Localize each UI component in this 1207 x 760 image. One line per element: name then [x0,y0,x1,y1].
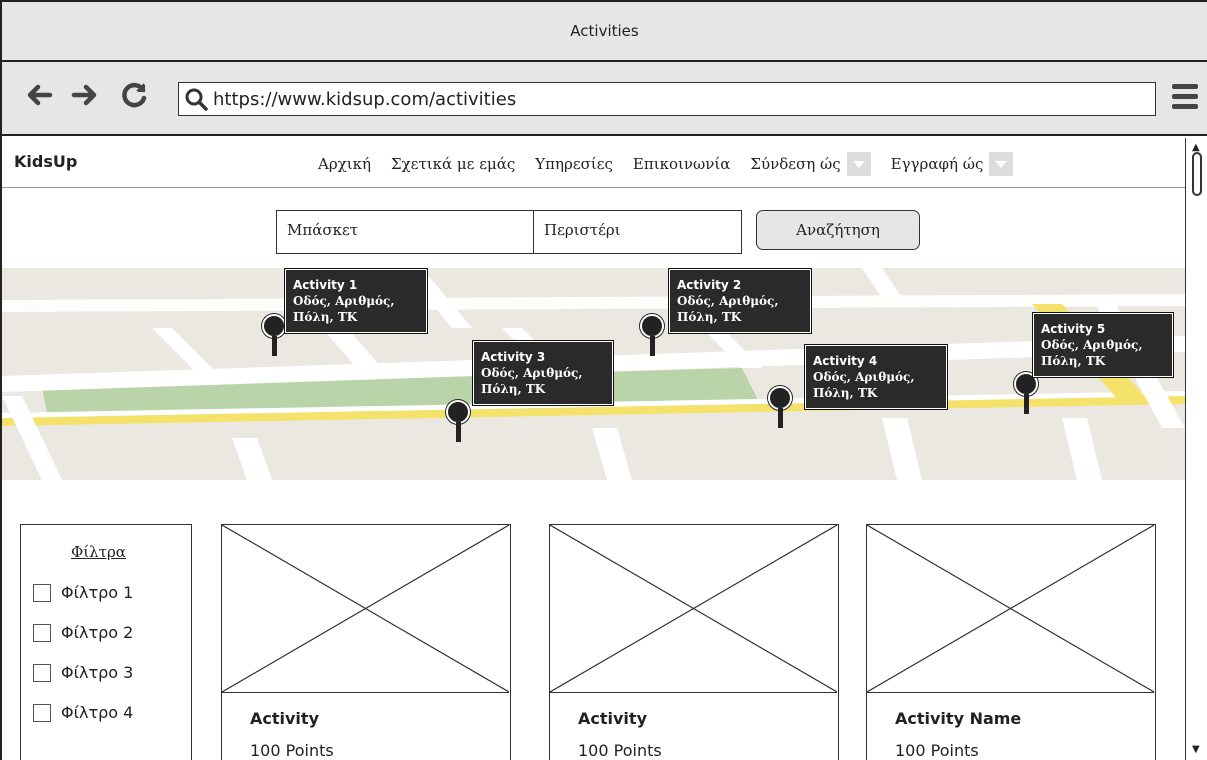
marker-address: Οδός, Αριθμός, [481,366,583,380]
marker-city: Πόλη, ΤΚ [677,310,742,324]
nav-link-services[interactable]: Υπηρεσίες [535,155,613,173]
filter-label: Φίλτρο 3 [61,663,134,682]
browser-toolbar: https://www.kidsup.com/activities [2,62,1207,136]
scrollbar-thumb[interactable] [1192,152,1202,196]
activity-name: Activity [250,709,319,728]
marker-city: Πόλη, ΤΚ [293,310,358,324]
map-marker-callout[interactable]: Activity 4 Οδός, Αριθμός, Πόλη, ΤΚ [804,344,948,410]
location-search-input[interactable]: Περιστέρι [534,210,742,254]
window-title: Activities [570,22,639,40]
checkbox[interactable] [33,703,51,722]
page-content: KidsUp Αρχική Σχετικά με εμάς Υπηρεσίες … [2,138,1185,760]
activity-name: Activity Name [895,709,1022,728]
login-label: Σύνδεση ώς [750,155,841,173]
marker-address: Οδός, Αριθμός, [677,294,779,308]
register-dropdown[interactable]: Εγγραφή ώς [891,152,1014,176]
map-pin-icon[interactable] [446,400,470,442]
vertical-scrollbar[interactable]: ▲ ▼ [1185,138,1207,760]
checkbox[interactable] [33,623,51,642]
image-placeholder-icon [867,525,1154,693]
nav-links: Αρχική Σχετικά με εμάς Υπηρεσίες Επικοιν… [318,152,1014,176]
scroll-down-arrow-icon[interactable]: ▼ [1192,744,1200,755]
activities-map[interactable]: Activity 1 Οδός, Αριθμός, Πόλη, ΤΚ Activ… [2,268,1185,480]
marker-title: Activity 3 [481,350,546,364]
search-form: Μπάσκετ Περιστέρι Αναζήτηση [276,210,920,254]
chevron-down-icon[interactable] [846,152,871,176]
search-icon [179,87,213,111]
filter-option[interactable]: Φίλτρο 1 [33,583,133,602]
activity-card[interactable]: Activity Name 100 Points [866,524,1156,760]
activity-name: Activity [578,709,647,728]
map-pin-icon[interactable] [1014,372,1038,414]
map-pin-icon[interactable] [262,314,286,356]
filter-option[interactable]: Φίλτρο 4 [33,703,133,722]
filter-label: Φίλτρο 2 [61,623,134,642]
activity-card[interactable]: Activity 100 Points [221,524,511,760]
marker-title: Activity 5 [1041,322,1106,336]
map-marker-callout[interactable]: Activity 3 Οδός, Αριθμός, Πόλη, ΤΚ [472,340,614,406]
address-bar[interactable]: https://www.kidsup.com/activities [178,82,1156,116]
checkbox[interactable] [33,583,51,602]
map-pin-icon[interactable] [640,314,664,356]
reload-icon[interactable] [120,80,150,117]
filters-heading[interactable]: Φίλτρα [71,543,126,561]
url-text[interactable]: https://www.kidsup.com/activities [213,89,516,110]
filter-label: Φίλτρο 1 [61,583,134,602]
marker-city: Πόλη, ΤΚ [1041,354,1106,368]
login-dropdown[interactable]: Σύνδεση ώς [750,152,871,176]
map-pin-icon[interactable] [768,386,792,428]
filters-panel: Φίλτρα Φίλτρο 1 Φίλτρο 2 Φίλτρο 3 Φίλτρο… [20,524,192,760]
activity-card[interactable]: Activity 100 Points [549,524,839,760]
marker-address: Οδός, Αριθμός, [813,370,915,384]
nav-link-about[interactable]: Σχετικά με εμάς [391,155,515,173]
browser-window: Activities https://www.kidsup.com/activi… [0,0,1207,760]
search-button[interactable]: Αναζήτηση [756,210,920,250]
window-titlebar: Activities [2,2,1207,62]
map-marker-callout[interactable]: Activity 2 Οδός, Αριθμός, Πόλη, ΤΚ [668,268,812,334]
nav-link-home[interactable]: Αρχική [318,155,371,173]
marker-city: Πόλη, ΤΚ [813,386,878,400]
map-marker-callout[interactable]: Activity 5 Οδός, Αριθμός, Πόλη, ΤΚ [1032,312,1174,378]
chevron-down-icon[interactable] [989,152,1014,176]
activity-points: 100 Points [578,741,662,760]
nav-link-contact[interactable]: Επικοινωνία [633,155,730,173]
marker-address: Οδός, Αριθμός, [1041,338,1143,352]
site-brand[interactable]: KidsUp [14,152,77,171]
marker-city: Πόλη, ΤΚ [481,382,546,396]
marker-title: Activity 1 [293,278,358,292]
activity-points: 100 Points [250,741,334,760]
marker-title: Activity 4 [813,354,878,368]
activity-search-input[interactable]: Μπάσκετ [276,210,534,254]
filter-label: Φίλτρο 4 [61,703,134,722]
hamburger-menu-icon[interactable] [1172,84,1198,112]
image-placeholder-icon [550,525,837,693]
image-placeholder-icon [222,525,509,693]
filter-option[interactable]: Φίλτρο 3 [33,663,133,682]
marker-address: Οδός, Αριθμός, [293,294,395,308]
back-arrow-icon[interactable] [24,80,54,117]
register-label: Εγγραφή ώς [890,155,984,173]
forward-arrow-icon[interactable] [70,80,100,117]
marker-title: Activity 2 [677,278,742,292]
filter-option[interactable]: Φίλτρο 2 [33,623,133,642]
map-marker-callout[interactable]: Activity 1 Οδός, Αριθμός, Πόλη, ΤΚ [284,268,428,334]
activity-points: 100 Points [895,741,979,760]
checkbox[interactable] [33,663,51,682]
site-navbar: KidsUp Αρχική Σχετικά με εμάς Υπηρεσίες … [2,138,1185,188]
